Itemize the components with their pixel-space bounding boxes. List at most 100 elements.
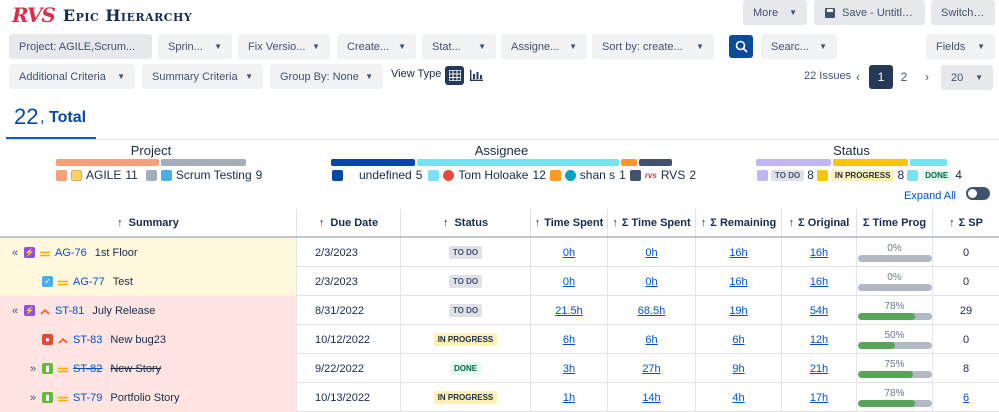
summary-cell: «⚡ ST-81 July Release (0, 296, 297, 325)
status-badge[interactable]: TO DO (448, 275, 483, 288)
issue-key-link[interactable]: ST-83 (73, 334, 102, 346)
table-row[interactable]: » ▮ ST-79 Portfolio Story 10/13/2022 IN PROGR… (0, 383, 999, 412)
remaining-link[interactable]: 9h (732, 363, 744, 375)
expand-icon[interactable]: » (26, 392, 40, 404)
table-row[interactable]: «⚡ ST-81 July Release 8/31/2022 TO DO 21.5h 68… (0, 296, 999, 325)
sum-time-spent-link[interactable]: 27h (642, 363, 660, 375)
additional-criteria-button[interactable]: Additional Criteria ▼ (9, 64, 135, 89)
status-badge[interactable]: IN PROGRESS (433, 391, 498, 404)
chart-view-button[interactable] (467, 66, 486, 85)
col-time-spent[interactable]: ↑ Time Spent (531, 209, 608, 236)
chevron-down-icon: ▼ (117, 72, 125, 81)
time-spent-link[interactable]: 21.5h (555, 305, 583, 317)
sprint-filter[interactable]: Sprin... ▼ (158, 34, 232, 59)
time-prog-cell: 78% (857, 296, 933, 325)
status-bar-done[interactable] (910, 159, 947, 166)
original-link[interactable]: 12h (810, 334, 828, 346)
original-cell: 12h (782, 325, 857, 354)
col-original[interactable]: ↑ Σ Original (782, 209, 857, 236)
issue-key-link[interactable]: ST-79 (73, 392, 102, 404)
page-1-button[interactable]: 1 (869, 65, 893, 89)
sum-time-spent-link[interactable]: 14h (642, 392, 660, 404)
collapse-icon[interactable]: « (8, 305, 22, 317)
status-badge[interactable]: DONE (449, 362, 482, 375)
status-filter[interactable]: Stat... ▼ (422, 34, 496, 59)
more-label: More (753, 6, 779, 19)
original-link[interactable]: 16h (810, 276, 828, 288)
time-spent-link[interactable]: 3h (563, 363, 575, 375)
sum-time-spent-cell: 27h (608, 354, 696, 383)
sum-time-spent-link[interactable]: 6h (645, 334, 657, 346)
assignee-bar-rvs[interactable] (639, 159, 672, 166)
col-summary[interactable]: ↑ Summary (0, 209, 297, 236)
status-group-title: Status (833, 143, 870, 158)
remaining-link[interactable]: 19h (729, 305, 747, 317)
status-bar-inprogress[interactable] (833, 159, 908, 166)
remaining-link[interactable]: 4h (732, 392, 744, 404)
col-status[interactable]: ↑ Status (401, 209, 531, 236)
issue-key-link[interactable]: ST-81 (55, 305, 84, 317)
fields-button[interactable]: Fields ▼ (926, 34, 995, 59)
prev-page-button[interactable]: ‹ (851, 65, 865, 89)
time-spent-link[interactable]: 0h (563, 276, 575, 288)
assignee-filter[interactable]: Assigne... ▼ (501, 34, 587, 59)
sort-by-filter[interactable]: Sort by: create... ▼ (592, 34, 714, 59)
sum-time-spent-link[interactable]: 0h (645, 247, 657, 259)
fix-version-filter[interactable]: Fix Versio... ▼ (238, 34, 330, 59)
assignee-bar-tom[interactable] (417, 159, 619, 166)
table-view-button[interactable] (445, 66, 464, 85)
original-link[interactable]: 54h (810, 305, 828, 317)
time-prog-cell: 75% (857, 354, 933, 383)
issue-key-link[interactable]: AG-77 (73, 276, 105, 288)
table-row[interactable]: ✓ AG-77 Test 2/3/2023 TO DO 0h 0h 16h 16h 0% 0 (0, 267, 999, 296)
story-points[interactable]: 6 (963, 392, 969, 404)
table-row[interactable]: ● ST-83 New bug23 10/12/2022 IN PROGRESS 6h 6h… (0, 325, 999, 354)
status-badge[interactable]: TO DO (448, 304, 483, 317)
project-bar-agile[interactable] (56, 159, 159, 166)
remaining-link[interactable]: 6h (732, 334, 744, 346)
next-page-button[interactable]: › (920, 65, 934, 89)
collapse-icon[interactable]: « (8, 247, 22, 259)
page-size-select[interactable]: 20 ▼ (941, 65, 993, 90)
time-spent-link[interactable]: 1h (563, 392, 575, 404)
original-link[interactable]: 21h (810, 363, 828, 375)
table-row[interactable]: «⚡ AG-76 1st Floor 2/3/2023 TO DO 0h 0h 16h 16h 0… (0, 238, 999, 267)
col-sum-time-spent[interactable]: ↑ Σ Time Spent (608, 209, 696, 236)
sum-time-spent-link[interactable]: 0h (645, 276, 657, 288)
assignee-bar-shan[interactable] (621, 159, 637, 166)
expand-icon[interactable]: » (26, 363, 40, 375)
time-spent-link[interactable]: 0h (563, 247, 575, 259)
remaining-link[interactable]: 16h (729, 247, 747, 259)
col-time-prog[interactable]: Σ Time Prog (857, 209, 933, 236)
project-filter[interactable]: Project: AGILE,Scrum... (9, 34, 152, 59)
remaining-link[interactable]: 16h (729, 276, 747, 288)
more-button[interactable]: More ▼ (743, 0, 807, 25)
assignee-bar-undefined[interactable] (331, 159, 415, 166)
undefined-swatch (332, 169, 343, 181)
expand-all-toggle[interactable] (966, 187, 990, 200)
save-button[interactable]: Save - Untitled... (814, 0, 925, 25)
col-remaining[interactable]: ↑ Σ Remaining (696, 209, 782, 236)
original-link[interactable]: 16h (810, 247, 828, 259)
search-button[interactable] (729, 35, 753, 58)
switch-button[interactable]: Switch to (931, 0, 995, 25)
status-bar-todo[interactable] (756, 159, 831, 166)
time-spent-link[interactable]: 6h (563, 334, 575, 346)
col-sp[interactable]: ↑ Σ SP (933, 209, 999, 236)
col-due-date[interactable]: ↑ Due Date (297, 209, 401, 236)
project-bar-scrum[interactable] (161, 159, 246, 166)
progress-fill (857, 371, 913, 378)
sum-time-spent-link[interactable]: 68.5h (638, 305, 666, 317)
issue-key-link[interactable]: AG-76 (55, 247, 87, 259)
created-filter[interactable]: Create... ▼ (337, 34, 416, 59)
expand-all-link[interactable]: Expand All (904, 190, 956, 202)
issue-key-link[interactable]: ST-82 (73, 363, 102, 375)
group-by-button[interactable]: Group By: None ▼ (270, 64, 383, 89)
status-badge[interactable]: IN PROGRESS (433, 333, 498, 346)
page-2-button[interactable]: 2 (895, 65, 913, 89)
summary-criteria-button[interactable]: Summary Criteria ▼ (142, 64, 263, 89)
status-badge[interactable]: TO DO (448, 246, 483, 259)
table-row[interactable]: » ▮ ST-82 New Story 9/22/2022 DONE 3h 27h 9h 21h 7… (0, 354, 999, 383)
original-link[interactable]: 17h (810, 392, 828, 404)
search-filter[interactable]: Searc... ▼ (761, 34, 837, 59)
